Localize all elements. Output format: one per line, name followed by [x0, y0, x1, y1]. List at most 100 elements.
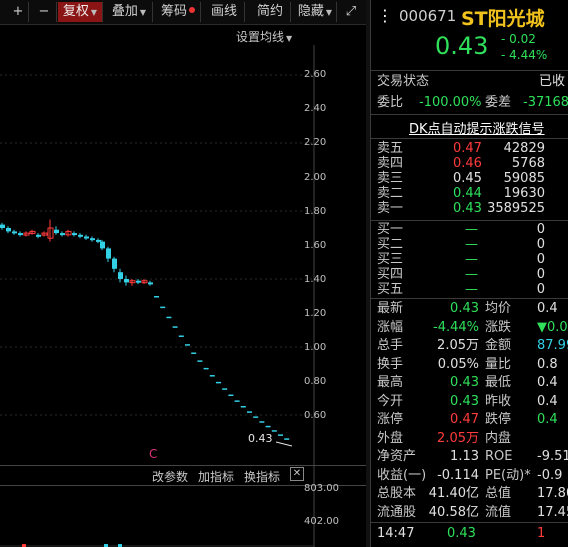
- stat-value: 2.05万: [437, 338, 479, 353]
- y-tick: 2.00: [304, 172, 327, 183]
- ask-row[interactable]: 卖三 0.45 59085: [371, 171, 568, 186]
- limit-down-bar: [154, 296, 159, 298]
- stat-row: 换手 0.05% 量比 0.8: [371, 356, 568, 374]
- tick-volume: 1: [537, 526, 546, 541]
- stat-value: 0.43: [450, 301, 479, 316]
- stat-label: 总手: [377, 338, 404, 353]
- stat-row: 净资产 1.13 ROE -9.51: [371, 448, 568, 466]
- weicha-label: 委差: [485, 95, 512, 110]
- candle-body: [124, 279, 129, 283]
- stat-value: -0.9: [537, 467, 563, 483]
- candle-body: [96, 239, 101, 242]
- quote-panel: ⋮ 000671 ST阳光城 0.43 - 0.02 - 4.44% 交易状态 …: [370, 0, 568, 547]
- ask-label: 卖四: [377, 156, 404, 171]
- simple-mode-button[interactable]: 简约: [250, 2, 291, 22]
- stat-row: 总股本 41.40亿 总值 17.80: [371, 485, 568, 503]
- limit-down-bar: [222, 388, 228, 390]
- menu-icon[interactable]: ⋮: [377, 6, 393, 25]
- close-icon[interactable]: ✕: [290, 467, 304, 481]
- bid-label: 买二: [377, 237, 404, 252]
- zoom-in-button[interactable]: +: [8, 2, 29, 22]
- ask-row[interactable]: 卖一 0.43 3589525: [371, 201, 568, 216]
- candle-body: [84, 236, 89, 239]
- limit-down-bar: [216, 381, 221, 384]
- bid-row[interactable]: 买二 — 0: [371, 237, 568, 252]
- ask-row[interactable]: 卖四 0.46 5768: [371, 156, 568, 171]
- ask-row[interactable]: 卖五 0.47 42829: [371, 141, 568, 156]
- limit-down-bar: [197, 360, 203, 362]
- stat-label: ROE: [485, 449, 513, 464]
- ask-label: 卖三: [377, 171, 404, 186]
- ask-row[interactable]: 卖二 0.44 19630: [371, 186, 568, 201]
- stat-value: 87.99: [537, 338, 568, 353]
- stat-label: 跌停: [485, 412, 512, 427]
- divider: [371, 298, 568, 299]
- stat-row: 流通股 40.58亿 流值 17.45: [371, 504, 568, 522]
- gridlines: [0, 74, 314, 416]
- chevron-down-icon: ▼: [325, 8, 333, 17]
- overlay-button[interactable]: 叠加 ▼: [106, 2, 153, 22]
- ask-volume: 59085: [503, 171, 545, 186]
- stat-row: 涨幅 -4.44% 涨跌 ▼0.0: [371, 319, 568, 337]
- price-change-pct: - 4.44%: [501, 48, 548, 62]
- ask-price: 0.47: [453, 141, 482, 156]
- zoom-out-button[interactable]: −: [32, 2, 57, 22]
- ask-volume: 3589525: [487, 201, 545, 216]
- y-tick: 1.00: [304, 342, 327, 353]
- fuquan-button[interactable]: 复权 ▼: [58, 2, 103, 22]
- stat-label: 收益(一): [377, 467, 427, 483]
- limit-down-bar: [185, 344, 190, 346]
- bid-row[interactable]: 买五 — 0: [371, 282, 568, 297]
- stat-label: 总值: [485, 486, 512, 501]
- ask-volume: 5768: [511, 156, 545, 171]
- tick-price: 0.43: [447, 526, 476, 541]
- stat-value: 41.40亿: [428, 486, 479, 501]
- bid-row[interactable]: 买四 — 0: [371, 267, 568, 282]
- marker-c: C: [149, 447, 157, 461]
- hide-button[interactable]: 隐藏 ▼: [294, 2, 337, 22]
- stat-row: 外盘 2.05万 内盘: [371, 430, 568, 448]
- limit-down-bar: [265, 425, 271, 428]
- ask-volume: 19630: [503, 186, 545, 201]
- candle-body: [148, 282, 153, 285]
- limit-down-bar: [203, 367, 209, 370]
- y-tick: 1.80: [304, 206, 327, 217]
- draw-line-button[interactable]: 画线: [204, 2, 245, 22]
- bid-label: 买三: [377, 252, 404, 267]
- stat-value: 17.45: [537, 504, 568, 520]
- chevron-down-icon: ▼: [139, 8, 147, 17]
- tick-row: 14:47 0.43 1: [371, 525, 568, 543]
- ask-price: 0.46: [453, 156, 482, 171]
- bid-volume: 0: [536, 252, 545, 267]
- status-label: 交易状态: [377, 74, 430, 89]
- stat-row: 最高 0.43 最低 0.4: [371, 374, 568, 392]
- ask-price: 0.45: [453, 171, 482, 186]
- bid-row[interactable]: 买三 — 0: [371, 252, 568, 267]
- bid-volume: 0: [536, 237, 545, 252]
- dk-signal-link[interactable]: DK点自动提示涨跌信号: [409, 118, 545, 137]
- limit-down-bar: [259, 421, 265, 423]
- limit-down-bar: [253, 416, 259, 418]
- expand-icon[interactable]: ⤢: [340, 2, 362, 22]
- stat-value: -0.114: [437, 467, 479, 483]
- stat-label: 金额: [485, 338, 512, 353]
- stat-label: 涨幅: [377, 319, 404, 335]
- bid-price: —: [465, 282, 478, 297]
- bid-row[interactable]: 买一 — 0: [371, 222, 568, 237]
- chip-button[interactable]: 筹码: [156, 2, 201, 22]
- limit-down-bar: [278, 434, 283, 436]
- candle-body: [112, 258, 117, 269]
- stat-value: 0.47: [450, 412, 479, 427]
- stat-label: 量比: [485, 356, 512, 372]
- bid-label: 买五: [377, 282, 404, 297]
- stat-value: 0.8: [537, 356, 558, 372]
- limit-down-bar: [240, 406, 246, 408]
- kline-chart[interactable]: 设置均线▼ *** ** ‡ ** ******** ‡ ****** ‡ ‡ …: [0, 25, 366, 547]
- divider: [371, 114, 568, 115]
- price-change: - 0.02: [501, 32, 536, 46]
- stat-row: 今开 0.43 昨收 0.4: [371, 393, 568, 411]
- y-tick: 1.60: [304, 240, 327, 251]
- candle-body: [118, 272, 123, 279]
- candle-body: [36, 234, 41, 237]
- stat-value: -4.44%: [433, 319, 479, 335]
